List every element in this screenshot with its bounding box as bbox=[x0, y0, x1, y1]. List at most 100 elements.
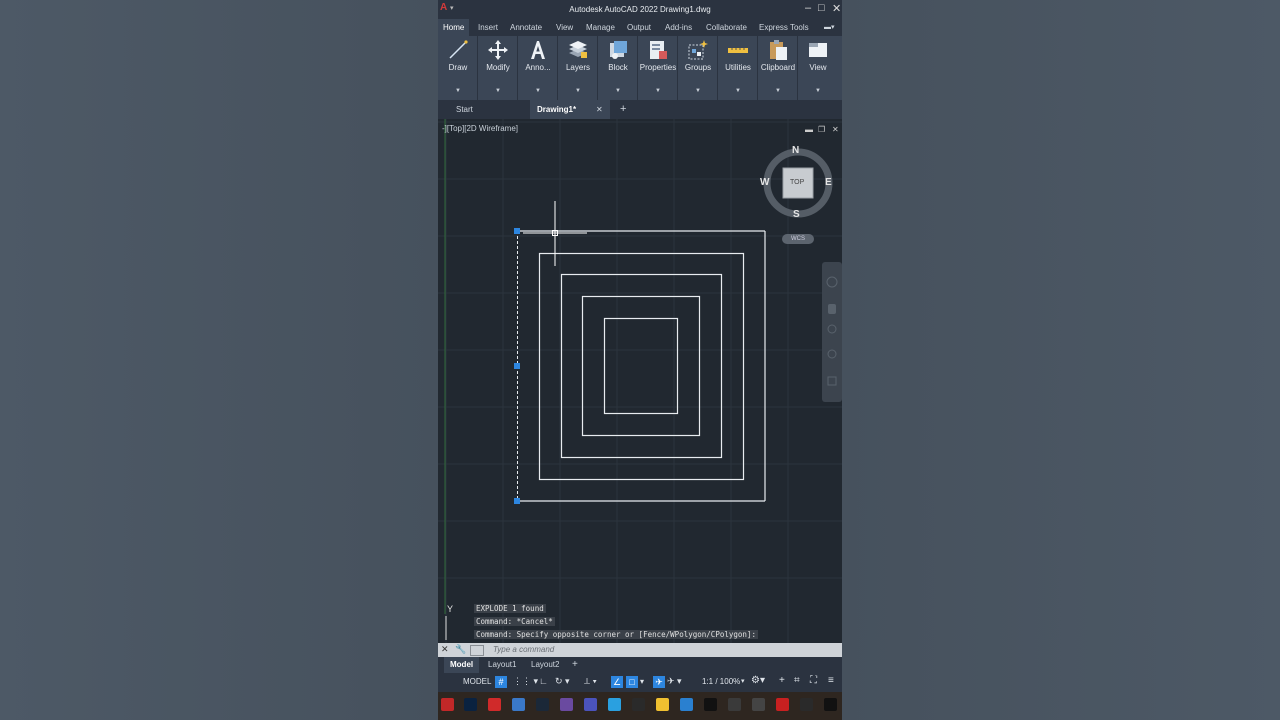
viewport-controls-label[interactable]: -][Top][2D Wireframe] bbox=[442, 124, 518, 133]
object-snap-icon[interactable]: □ bbox=[626, 676, 638, 688]
panel-annotation[interactable]: Anno... ▼ bbox=[518, 36, 558, 100]
grip-handle-top[interactable] bbox=[514, 228, 520, 234]
chevron-down-icon[interactable]: ▼ bbox=[678, 88, 718, 94]
annotation-visibility-icon[interactable]: ✈ bbox=[653, 676, 665, 688]
chevron-down-icon[interactable]: ▼ bbox=[478, 88, 518, 94]
tab-layout1[interactable]: Layout1 bbox=[488, 657, 516, 673]
close-tab-icon[interactable]: ✕ bbox=[596, 100, 603, 119]
panel-groups[interactable]: Groups ▼ bbox=[678, 36, 718, 100]
panel-view[interactable]: View ▼ bbox=[798, 36, 842, 100]
tab-annotate[interactable]: Annotate bbox=[510, 23, 542, 32]
customize-wrench-icon[interactable]: 🔧 bbox=[455, 644, 466, 655]
viewport-close-icon[interactable]: ✕ bbox=[832, 125, 839, 134]
close-button[interactable]: ✕ bbox=[832, 2, 841, 15]
panel-layers[interactable]: Layers ▼ bbox=[558, 36, 598, 100]
tiktok-icon[interactable] bbox=[704, 698, 717, 711]
adobe-illustrator-icon[interactable] bbox=[441, 698, 454, 711]
chevron-down-icon[interactable]: ▼ bbox=[798, 88, 838, 94]
panel-utilities[interactable]: Utilities ▼ bbox=[718, 36, 758, 100]
gear-icon[interactable]: ⚙▾ bbox=[751, 675, 765, 686]
telegram-icon[interactable] bbox=[608, 698, 621, 711]
compass-east[interactable]: E bbox=[825, 177, 832, 188]
app-icon[interactable] bbox=[680, 698, 693, 711]
background-left bbox=[0, 0, 438, 720]
app-icon[interactable] bbox=[728, 698, 741, 711]
panel-properties[interactable]: Properties ▼ bbox=[638, 36, 678, 100]
tab-insert[interactable]: Insert bbox=[478, 23, 498, 32]
tab-layout2[interactable]: Layout2 bbox=[531, 657, 559, 673]
tab-manage[interactable]: Manage bbox=[586, 23, 615, 32]
ribbon-options-icon[interactable]: ▬▾ bbox=[824, 23, 835, 31]
maximize-button[interactable]: □ bbox=[818, 2, 825, 14]
steam-icon[interactable] bbox=[536, 698, 549, 711]
panel-block[interactable]: Block ▼ bbox=[598, 36, 638, 100]
tab-view[interactable]: View bbox=[556, 23, 573, 32]
chevron-down-icon[interactable]: ▼ bbox=[598, 88, 638, 94]
tab-model[interactable]: Model bbox=[444, 657, 480, 673]
model-space-button[interactable]: MODEL bbox=[463, 677, 491, 686]
acrobat-icon[interactable] bbox=[776, 698, 789, 711]
scale-dropdown-icon[interactable]: ▾ bbox=[741, 677, 745, 685]
tab-add-ins[interactable]: Add-ins bbox=[665, 23, 692, 32]
ortho-mode-icon[interactable]: ∟ bbox=[539, 676, 548, 686]
auto-scale-icon[interactable]: ✈ ▾ bbox=[667, 676, 682, 687]
panel-clipboard[interactable]: Clipboard ▼ bbox=[758, 36, 798, 100]
command-history-line: Command: Specify opposite corner or [Fen… bbox=[474, 630, 758, 639]
tab-output[interactable]: Output bbox=[627, 23, 651, 32]
compass-west[interactable]: W bbox=[760, 177, 769, 188]
object-snap-dropdown-icon[interactable]: ▾ bbox=[640, 677, 644, 686]
compass-south[interactable]: S bbox=[793, 209, 800, 220]
app-icon[interactable] bbox=[752, 698, 765, 711]
isometric-drafting-icon[interactable]: ⟂ ▾ bbox=[584, 676, 597, 687]
annotation-scale[interactable]: 1:1 / 100% bbox=[702, 677, 740, 686]
drawing-viewport[interactable]: -][Top][2D Wireframe] ▬ ❐ ✕ N S E W TOP … bbox=[438, 119, 842, 643]
viewport-minimize-icon[interactable]: ▬ bbox=[805, 125, 813, 134]
tab-collaborate[interactable]: Collaborate bbox=[706, 23, 747, 32]
tab-express-tools[interactable]: Express Tools bbox=[759, 23, 809, 32]
background-right bbox=[842, 0, 1280, 720]
minimize-button[interactable]: – bbox=[805, 2, 811, 14]
grip-handle-bottom[interactable] bbox=[514, 498, 520, 504]
isolate-objects-icon[interactable]: ⌗ bbox=[794, 675, 800, 686]
drawing-canvas[interactable] bbox=[438, 119, 842, 643]
app-icon[interactable] bbox=[800, 698, 813, 711]
navigation-bar[interactable] bbox=[822, 262, 842, 402]
wcs-menu[interactable]: WCS bbox=[782, 234, 814, 244]
polar-tracking-icon[interactable]: ↻ ▾ bbox=[555, 676, 570, 687]
chevron-down-icon[interactable]: ▼ bbox=[438, 88, 478, 94]
command-input[interactable]: Type a command bbox=[493, 645, 554, 654]
panel-modify[interactable]: Modify ▼ bbox=[478, 36, 518, 100]
grid-lines bbox=[438, 119, 842, 643]
grip-handle-middle[interactable] bbox=[514, 363, 520, 369]
plus-icon[interactable]: + bbox=[779, 675, 785, 686]
close-command-line-icon[interactable]: ✕ bbox=[441, 644, 449, 655]
typora-icon[interactable] bbox=[824, 698, 837, 711]
add-layout-button[interactable]: + bbox=[572, 657, 578, 673]
tab-start[interactable]: Start bbox=[456, 100, 473, 119]
panel-draw[interactable]: Draw ▼ bbox=[438, 36, 478, 100]
command-prompt-icon[interactable] bbox=[470, 645, 484, 656]
fullscreen-icon[interactable]: ⛶ bbox=[810, 675, 817, 686]
chevron-down-icon[interactable]: ▼ bbox=[758, 88, 798, 94]
app-icon[interactable] bbox=[560, 698, 573, 711]
autocad-taskbar-icon[interactable] bbox=[488, 698, 501, 711]
viewcube-face-top[interactable]: TOP bbox=[790, 179, 804, 186]
chevron-down-icon[interactable]: ▼ bbox=[718, 88, 758, 94]
viewport-restore-icon[interactable]: ❐ bbox=[818, 125, 825, 134]
nested-rectangles[interactable] bbox=[518, 230, 766, 502]
app-icon[interactable] bbox=[632, 698, 645, 711]
photoshop-icon[interactable] bbox=[464, 698, 477, 711]
tab-home[interactable]: Home bbox=[438, 19, 470, 36]
chevron-down-icon[interactable]: ▼ bbox=[518, 88, 558, 94]
grid-display-icon[interactable]: # bbox=[495, 676, 507, 688]
chevron-down-icon[interactable]: ▼ bbox=[638, 88, 678, 94]
compass-north[interactable]: N bbox=[792, 145, 799, 156]
teams-icon[interactable] bbox=[584, 698, 597, 711]
chrome-icon[interactable] bbox=[656, 698, 669, 711]
snap-mode-icon[interactable]: ⋮⋮ ▾ bbox=[513, 676, 538, 687]
object-snap-tracking-icon[interactable]: ∠ bbox=[611, 676, 623, 688]
app-icon[interactable] bbox=[512, 698, 525, 711]
customize-menu-icon[interactable]: ≡ bbox=[828, 675, 834, 686]
chevron-down-icon[interactable]: ▼ bbox=[558, 88, 598, 94]
new-tab-button[interactable]: + bbox=[620, 100, 626, 119]
